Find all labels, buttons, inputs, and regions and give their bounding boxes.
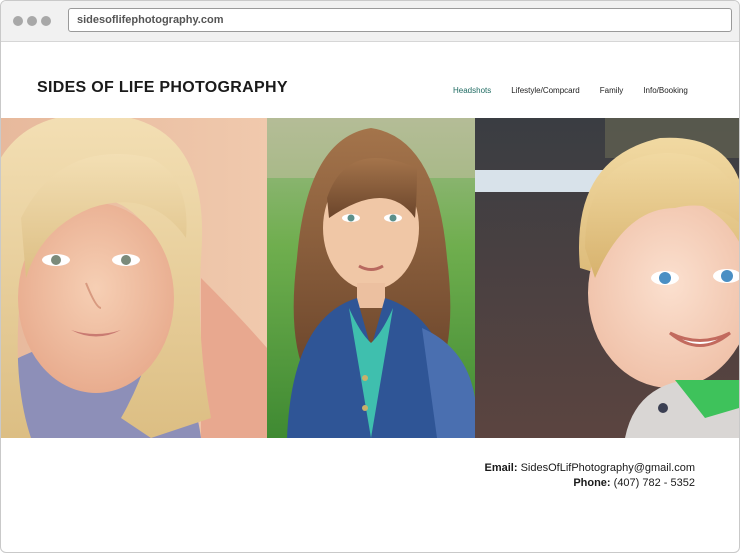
browser-toolbar: sidesoflifephotography.com <box>1 1 739 42</box>
gallery-photo-2[interactable] <box>267 118 475 438</box>
main-nav: Headshots Lifestyle/Compcard Family Info… <box>453 86 708 95</box>
photo-blonde-girl <box>1 118 267 438</box>
site-title[interactable]: SIDES OF LIFE PHOTOGRAPHY <box>37 79 288 97</box>
address-bar[interactable]: sidesoflifephotography.com <box>68 8 732 32</box>
photo-smiling-boy <box>475 118 739 438</box>
phone-label: Phone: <box>573 477 614 489</box>
nav-item-headshots[interactable]: Headshots <box>453 86 491 95</box>
window-minimize-icon[interactable] <box>27 16 37 26</box>
browser-window: sidesoflifephotography.com SIDES OF LIFE… <box>0 0 740 553</box>
email-value[interactable]: SidesOfLifPhotography@gmail.com <box>521 462 695 474</box>
nav-item-lifestyle-compcard[interactable]: Lifestyle/Compcard <box>511 86 579 95</box>
nav-item-info-booking[interactable]: Info/Booking <box>643 86 687 95</box>
nav-item-family[interactable]: Family <box>600 86 624 95</box>
contact-phone-row: Phone: (407) 782 - 5352 <box>485 476 695 491</box>
phone-value[interactable]: (407) 782 - 5352 <box>614 477 695 489</box>
gallery-photo-1[interactable] <box>1 118 267 438</box>
photo-girl-denim-jacket <box>267 118 475 438</box>
photo-gallery <box>1 118 739 438</box>
email-label: Email: <box>484 462 521 474</box>
gallery-photo-3[interactable] <box>475 118 739 438</box>
window-close-icon[interactable] <box>13 16 23 26</box>
window-maximize-icon[interactable] <box>41 16 51 26</box>
contact-info: Email: SidesOfLifPhotography@gmail.com P… <box>485 461 696 491</box>
contact-email-row: Email: SidesOfLifPhotography@gmail.com <box>485 461 696 476</box>
